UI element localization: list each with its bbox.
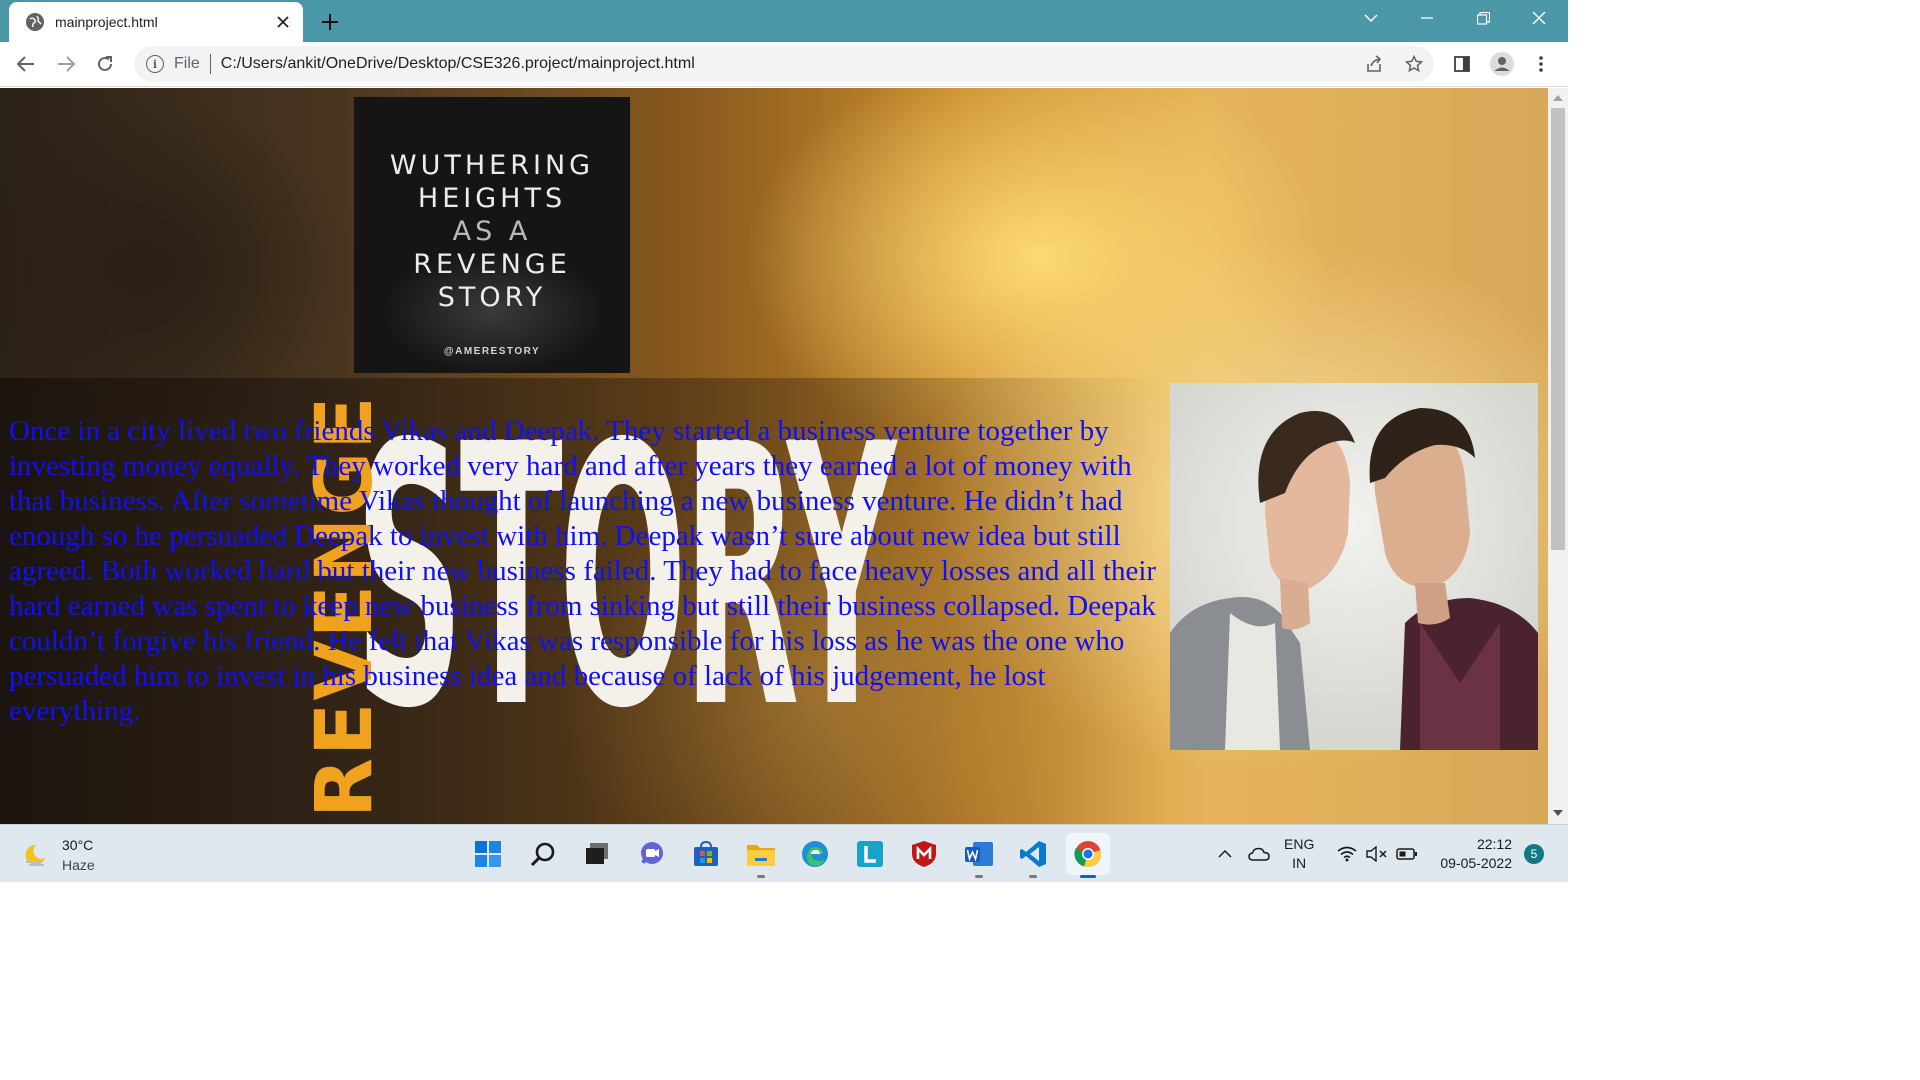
bookmark-star-icon[interactable]: [1394, 46, 1434, 82]
running-indicator: [1079, 875, 1096, 878]
scroll-up-arrow-icon[interactable]: [1553, 95, 1563, 101]
cover-title-line: HEIGHTS: [417, 183, 567, 214]
chrome-button[interactable]: [1065, 833, 1110, 878]
word-button[interactable]: [957, 833, 1001, 878]
new-tab-button[interactable]: [316, 8, 344, 36]
url-text[interactable]: C:/Users/ankit/OneDrive/Desktop/CSE326.p…: [221, 55, 1434, 73]
start-button[interactable]: [466, 833, 510, 875]
edge-icon: [802, 841, 828, 867]
store-icon: [694, 840, 718, 866]
notification-badge[interactable]: 5: [1524, 844, 1544, 864]
cover-title-line: AS A: [452, 216, 532, 247]
show-hidden-icons[interactable]: [1218, 825, 1232, 883]
cover-title-line: REVENGE: [413, 249, 571, 280]
language-code: ENG: [1284, 836, 1315, 852]
clock-time: 22:12: [1476, 836, 1512, 852]
profile-avatar-icon[interactable]: [1486, 48, 1518, 80]
two-friends-photo: [1170, 383, 1538, 750]
side-panel-icon[interactable]: [1446, 48, 1478, 80]
windows-taskbar: 30°C Haze ENG IN 22:12 09-05-2022 5: [0, 824, 1568, 882]
teams-chat-button[interactable]: [630, 833, 674, 875]
minimize-icon[interactable]: [1399, 0, 1455, 36]
folder-icon: [746, 845, 775, 866]
tab-title: mainproject.html: [55, 14, 158, 30]
chevron-up-icon: [1218, 850, 1232, 858]
l-app-icon: [856, 841, 883, 867]
restore-icon[interactable]: [1455, 0, 1511, 36]
story-paragraph: Once in a city lived two friends Vikas a…: [9, 415, 1157, 727]
chrome-icon: [1073, 841, 1101, 868]
scrollbar-thumb[interactable]: [1551, 108, 1565, 550]
teams-chat-icon: [640, 842, 663, 864]
scheme-label: File: [174, 55, 200, 72]
forward-icon[interactable]: [50, 48, 82, 80]
reload-icon[interactable]: [89, 48, 121, 80]
close-tab-icon[interactable]: [271, 10, 295, 34]
tab-search-icon[interactable]: [1343, 0, 1399, 36]
language-region: IN: [1292, 855, 1307, 871]
onedrive-tray[interactable]: [1248, 825, 1270, 883]
task-view-icon: [586, 843, 608, 864]
globe-icon: [26, 13, 44, 31]
browser-toolbar: i File C:/Users/ankit/OneDrive/Desktop/C…: [0, 42, 1568, 87]
volume-tray[interactable]: [1366, 825, 1388, 883]
word-icon: [964, 842, 993, 866]
vertical-scrollbar[interactable]: [1548, 88, 1568, 824]
search-button[interactable]: [521, 833, 565, 875]
moon-haze-icon: [25, 844, 45, 866]
lens-app-button[interactable]: [848, 833, 892, 875]
weather-temperature: 30°C: [62, 837, 94, 853]
vscode-icon: [1020, 841, 1046, 867]
scroll-down-arrow-icon[interactable]: [1553, 810, 1563, 816]
network-tray[interactable]: [1337, 825, 1357, 883]
close-window-icon[interactable]: [1511, 0, 1567, 36]
mcafee-shield-icon: [912, 841, 936, 867]
book-cover-image: WUTHERING HEIGHTS AS A REVENGE STORY @AM…: [354, 97, 630, 373]
cover-title-line: WUTHERING: [389, 150, 595, 181]
task-view-button[interactable]: [575, 833, 619, 875]
browser-tab[interactable]: mainproject.html: [9, 2, 303, 42]
edge-button[interactable]: [793, 833, 837, 875]
battery-tray[interactable]: [1396, 825, 1418, 883]
share-icon[interactable]: [1354, 46, 1394, 82]
cover-handle: @AMERESTORY: [443, 346, 541, 357]
running-indicator: [756, 875, 765, 878]
microsoft-store-button[interactable]: [684, 833, 728, 875]
language-indicator[interactable]: ENG IN: [1284, 825, 1314, 883]
running-indicator: [974, 875, 983, 878]
clock[interactable]: 22:12 09-05-2022: [1430, 825, 1512, 883]
tab-strip: mainproject.html: [0, 0, 1568, 42]
volume-muted-icon: [1366, 846, 1387, 862]
back-icon[interactable]: [10, 48, 42, 80]
windows-logo-icon: [475, 841, 501, 867]
weather-condition: Haze: [62, 857, 95, 873]
taskbar-apps: [466, 833, 1120, 878]
cover-title-line: STORY: [437, 282, 547, 313]
address-bar[interactable]: i File C:/Users/ankit/OneDrive/Desktop/C…: [134, 46, 1434, 82]
onedrive-cloud-icon: [1248, 847, 1270, 861]
clock-date: 09-05-2022: [1440, 855, 1512, 871]
page-viewport: STORY REVENGE WUTHERING HEIGHTS AS A REV…: [0, 88, 1548, 824]
address-separator: [209, 54, 211, 74]
wifi-icon: [1337, 846, 1357, 862]
search-icon: [530, 842, 554, 867]
vscode-button[interactable]: [1011, 833, 1055, 878]
weather-widget[interactable]: 30°C Haze: [22, 835, 95, 875]
battery-icon: [1396, 848, 1417, 860]
friends-illustration: [1170, 408, 1538, 750]
running-indicator: [1029, 875, 1037, 878]
mcafee-button[interactable]: [902, 833, 946, 875]
menu-kebab-icon[interactable]: [1525, 48, 1557, 80]
file-explorer-button[interactable]: [739, 833, 783, 878]
site-info-icon[interactable]: i: [146, 55, 164, 73]
